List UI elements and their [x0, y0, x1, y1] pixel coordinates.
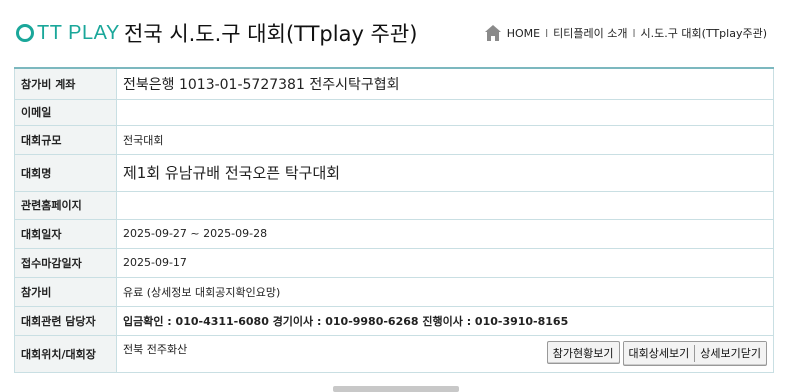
- row-value-dates: 2025-09-27 ~ 2025-09-28: [116, 218, 774, 249]
- breadcrumb-home[interactable]: HOME: [507, 27, 540, 40]
- breadcrumb: HOME l 티티플레이 소개 l 시.도.구 대회(TTplay주관): [484, 24, 767, 42]
- horizontal-scrollbar[interactable]: [333, 386, 459, 392]
- table-row: 대회일자 2025-09-27 ~ 2025-09-28: [14, 218, 774, 249]
- table-row: 이메일: [14, 98, 774, 126]
- row-value-email: [116, 98, 774, 126]
- table-row: 대회관련 담당자 입금확인 : 010-4311-6080 경기이사 : 010…: [14, 305, 774, 336]
- row-value-location: 전북 전주화산: [123, 343, 188, 356]
- row-value-name: 제1회 유남규배 전국오픈 탁구대회: [116, 153, 774, 192]
- table-row: 대회규모 전국대회: [14, 124, 774, 155]
- row-label-contact: 대회관련 담당자: [14, 305, 117, 336]
- row-label-scale: 대회규모: [14, 124, 117, 155]
- table-row: 대회위치/대회장 전북 전주화산 참가현황보기 대회상세보기 상세보기닫기: [14, 334, 774, 373]
- breadcrumb-separator: l: [632, 26, 636, 40]
- ttplay-logo[interactable]: TT PLAY: [16, 18, 120, 48]
- row-label-account: 참가비 계좌: [14, 67, 117, 100]
- breadcrumb-intro[interactable]: 티티플레이 소개: [553, 25, 627, 41]
- logo-ring-icon: [16, 24, 34, 42]
- breadcrumb-separator: l: [545, 26, 549, 40]
- home-icon[interactable]: [484, 24, 502, 42]
- page-title: 전국 시.도.구 대회(TTplay 주관): [124, 22, 418, 46]
- row-value-scale: 전국대회: [116, 124, 774, 155]
- row-value-location-cell: 전북 전주화산 참가현황보기 대회상세보기 상세보기닫기: [116, 334, 774, 373]
- row-value-fee: 유료 (상세정보 대회공지확인요망): [116, 276, 774, 307]
- table-row: 대회명 제1회 유남규배 전국오픈 탁구대회: [14, 153, 774, 192]
- row-label-email: 이메일: [14, 98, 117, 126]
- close-details-button[interactable]: 상세보기닫기: [695, 342, 766, 363]
- table-row: 참가비 유료 (상세정보 대회공지확인요망): [14, 276, 774, 307]
- table-row: 참가비 계좌 전북은행 1013-01-5727381 전주시탁구협회: [14, 67, 774, 100]
- row-label-deadline: 접수마감일자: [14, 247, 117, 278]
- row-label-dates: 대회일자: [14, 218, 117, 249]
- row-value-homepage: [116, 190, 774, 220]
- tournament-info-table: 참가비 계좌 전북은행 1013-01-5727381 전주시탁구협회 이메일 …: [14, 67, 774, 373]
- logo-text: TT PLAY: [37, 21, 120, 44]
- row-label-location: 대회위치/대회장: [14, 334, 117, 373]
- breadcrumb-current[interactable]: 시.도.구 대회(TTplay주관): [641, 25, 767, 41]
- row-label-homepage: 관련홈페이지: [14, 190, 117, 220]
- row-label-fee: 참가비: [14, 276, 117, 307]
- detail-button-group: 대회상세보기 상세보기닫기: [622, 341, 767, 366]
- participants-button[interactable]: 참가현황보기: [546, 341, 620, 364]
- row-value-account: 전북은행 1013-01-5727381 전주시탁구협회: [116, 67, 774, 100]
- row-label-name: 대회명: [14, 153, 117, 192]
- details-button[interactable]: 대회상세보기: [623, 342, 695, 363]
- row-value-deadline: 2025-09-17: [116, 247, 774, 278]
- row-value-contact: 입금확인 : 010-4311-6080 경기이사 : 010-9980-626…: [116, 305, 774, 336]
- table-row: 접수마감일자 2025-09-17: [14, 247, 774, 278]
- page-header: TT PLAY 전국 시.도.구 대회(TTplay 주관) HOME l 티티…: [0, 0, 785, 66]
- action-buttons: 참가현황보기 대회상세보기 상세보기닫기: [546, 341, 767, 366]
- table-row: 관련홈페이지: [14, 190, 774, 220]
